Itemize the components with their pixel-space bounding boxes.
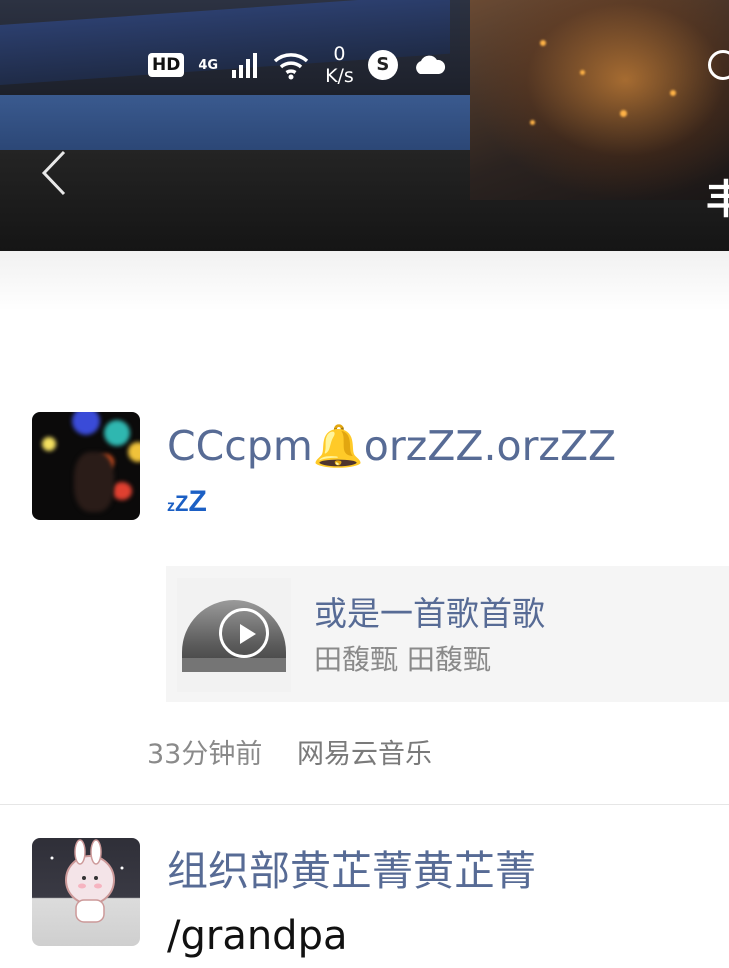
cover-roof-lower [0, 95, 470, 153]
network-speed: 0 K/s [325, 43, 354, 87]
header-fade [0, 251, 729, 311]
song-artist: 田馥甄 田馥甄 [314, 643, 491, 676]
wifi-icon [273, 53, 309, 80]
back-button[interactable] [34, 148, 74, 198]
signal-bars-icon [232, 52, 258, 78]
avatar[interactable] [32, 838, 140, 946]
post-meta: 33分钟前 网易云音乐 [147, 737, 432, 773]
cover-street-lights [470, 0, 729, 200]
user-name-continued: /grandpa [167, 913, 348, 959]
network-type-label: 4G [198, 57, 219, 73]
speed-value: 0 [333, 43, 346, 65]
cloud-icon [415, 55, 445, 74]
bunny-astronaut-icon [50, 839, 124, 923]
cover-text-fragment: 丰 [706, 177, 729, 223]
chevron-left-icon [41, 150, 66, 196]
status-bar: HD 4G 0 K/s S [148, 40, 446, 90]
song-title: 或是一首歌首歌 [314, 594, 545, 633]
user-name-link[interactable]: CCcpm🔔orzZZ.orzZZ [167, 420, 707, 472]
post-time: 33分钟前 [147, 739, 263, 770]
hd-badge: HD [148, 53, 185, 77]
music-share-card[interactable]: 或是一首歌首歌 田馥甄 田馥甄 [166, 566, 729, 702]
user-name-link[interactable]: 组织部黄芷菁黄芷菁 [167, 845, 727, 897]
divider [0, 804, 729, 805]
play-button[interactable] [219, 608, 269, 658]
app-notification-icon: S [367, 50, 398, 80]
album-cover [177, 578, 291, 692]
cover-photo[interactable]: HD 4G 0 K/s S 丰 [0, 0, 729, 251]
avatar[interactable] [32, 412, 140, 520]
post-source-link[interactable]: 网易云音乐 [297, 739, 432, 770]
speed-unit: K/s [325, 65, 354, 87]
name-suffix: zZZ [167, 485, 207, 518]
